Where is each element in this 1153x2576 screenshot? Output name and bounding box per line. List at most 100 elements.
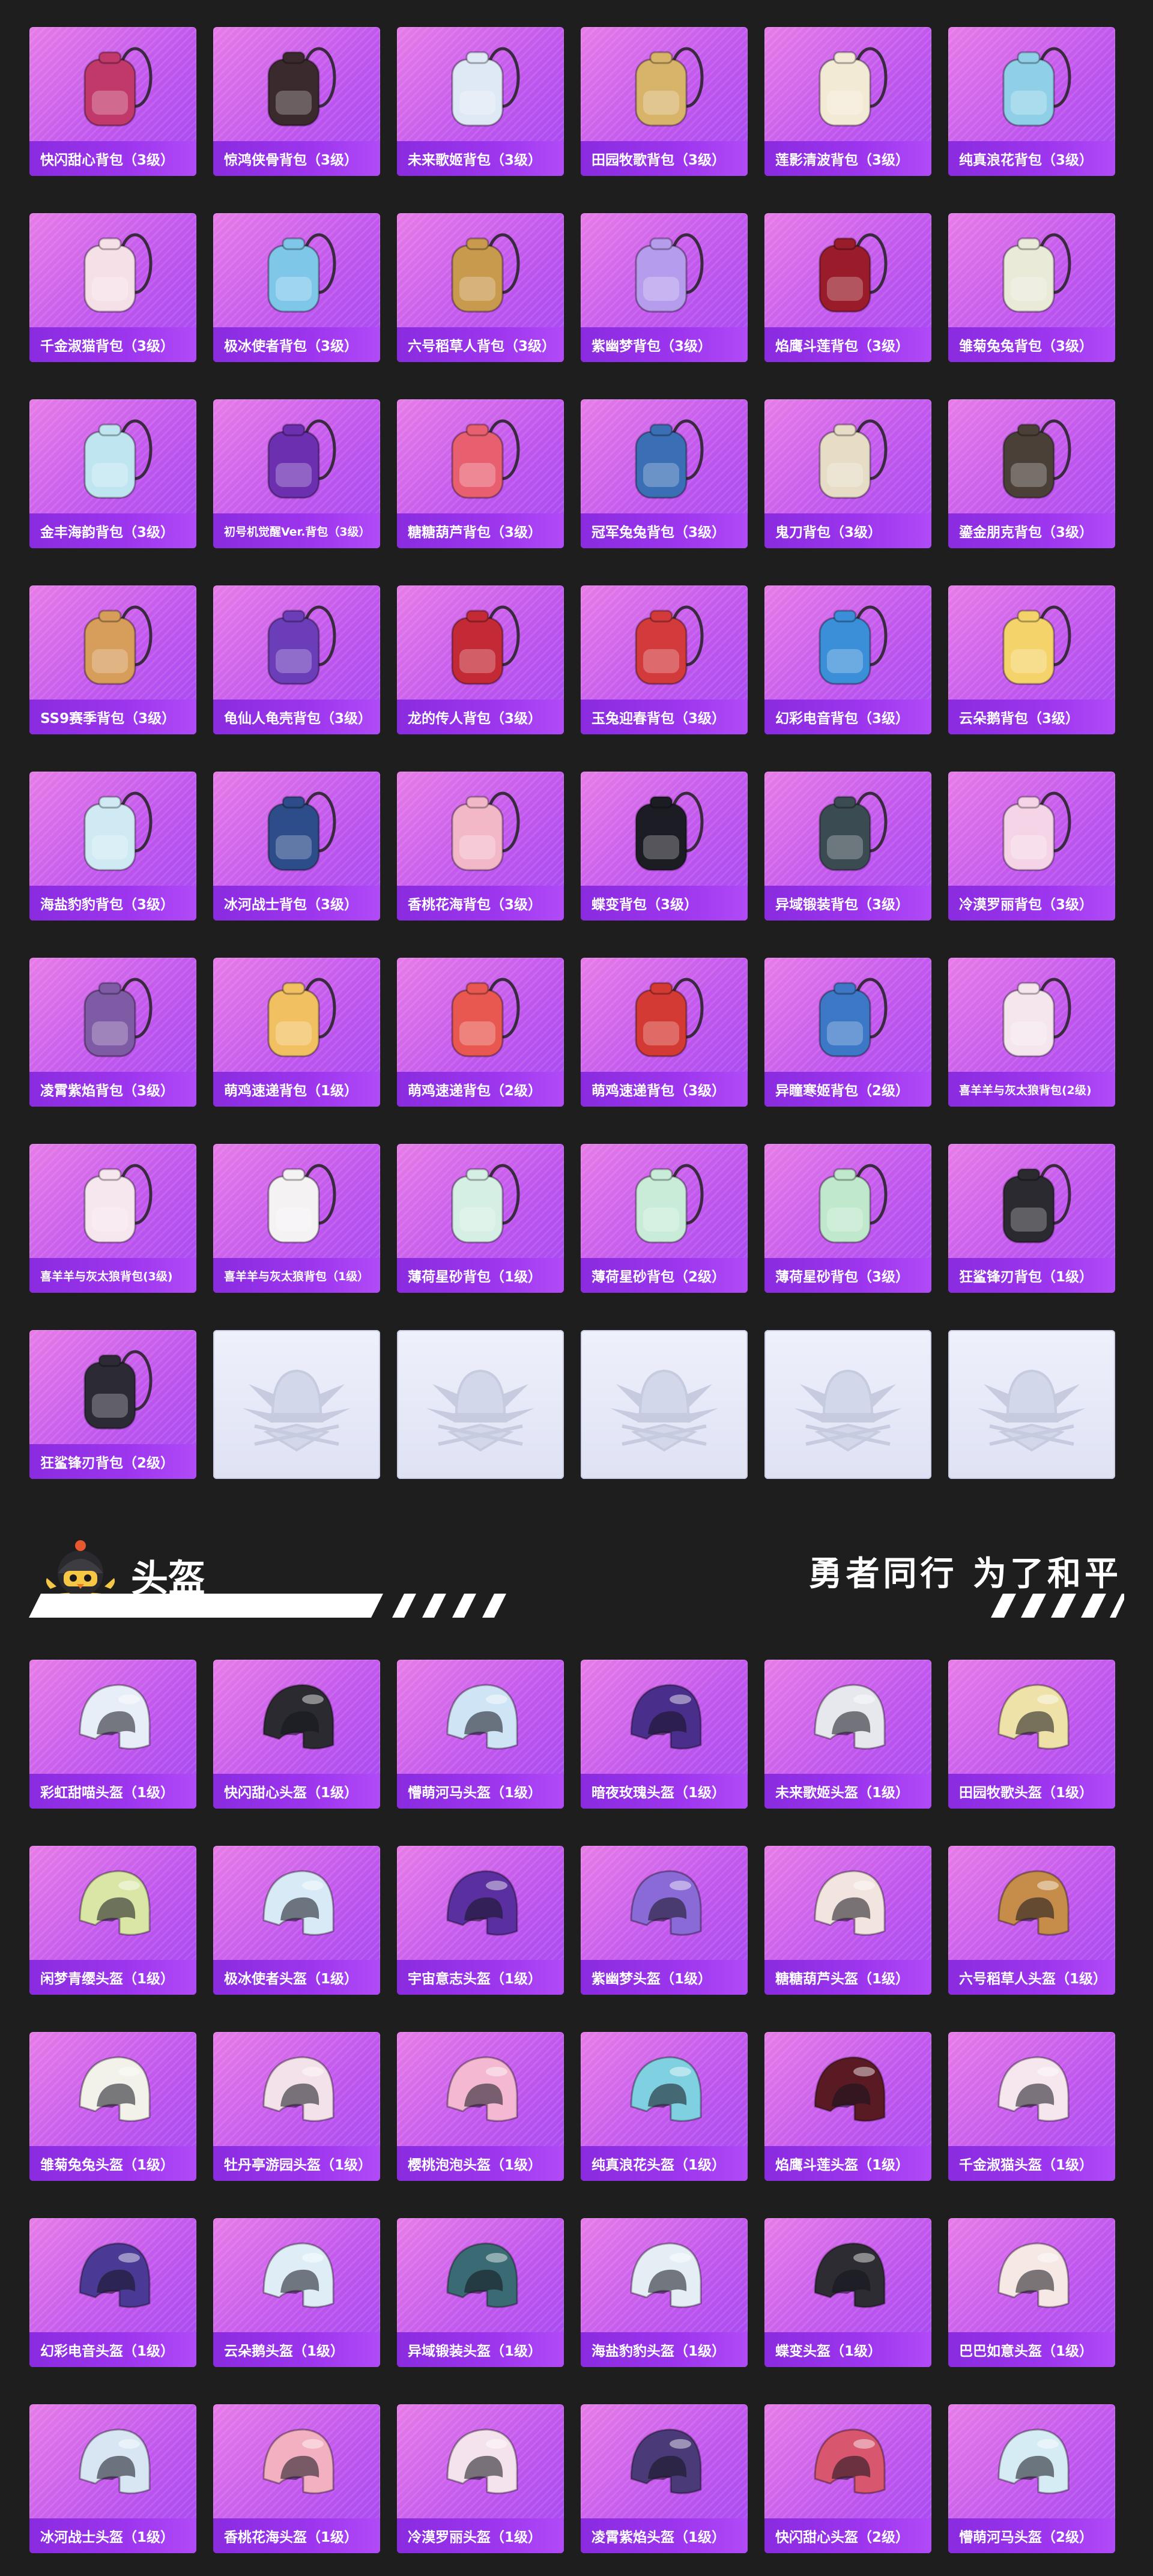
helmet-card-label: 云朵鹅头盔（1级） — [213, 2332, 380, 2367]
helmet-card-label: 紫幽梦头盔（1级） — [581, 1960, 748, 1995]
backpack-card[interactable]: 海盐豹豹背包（3级） — [29, 772, 196, 921]
helmet-card[interactable]: 快闪甜心头盔（2级） — [764, 2404, 931, 2553]
helmet-card[interactable]: 香桃花海头盔（1级） — [213, 2404, 380, 2553]
helmet-card[interactable]: 纯真浪花头盔（1级） — [581, 2032, 748, 2181]
helmet-card[interactable]: 异域锻装头盔（1级） — [397, 2218, 564, 2367]
helmet-icon — [814, 2242, 886, 2308]
backpack-card-label: 喜羊羊与灰太狼背包（1级） — [213, 1258, 380, 1293]
helmet-icon — [814, 1870, 886, 1936]
backpack-card[interactable]: 香桃花海背包（3级） — [397, 772, 564, 921]
backpack-card[interactable]: 极冰使者背包（3级） — [213, 213, 380, 362]
backpack-card-label: 鎏金朋克背包（3级） — [948, 513, 1115, 548]
backpack-card[interactable]: 狂鲨锋刃背包（1级） — [948, 1144, 1115, 1293]
helmet-card[interactable]: 未来歌姬头盔（1级） — [764, 1660, 931, 1809]
helmet-icon — [814, 1684, 886, 1750]
helmet-card[interactable]: 云朵鹅头盔（1级） — [213, 2218, 380, 2367]
backpack-card[interactable]: 喜羊羊与灰太狼背包（1级） — [213, 1144, 380, 1293]
backpack-card[interactable]: 未来歌姬背包（3级） — [397, 27, 564, 176]
helmet-card[interactable]: 闲梦青缨头盔（1级） — [29, 1846, 196, 1995]
backpack-card[interactable]: 龟仙人龟壳背包（3级） — [213, 585, 380, 734]
backpack-card[interactable]: 异域锻装背包（3级） — [764, 772, 931, 921]
backpack-card[interactable]: 狂鲨锋刃背包（2级） — [29, 1330, 196, 1479]
backpack-card-label: 薄荷星砂背包（3级） — [764, 1258, 931, 1293]
helmet-card-label: 极冰使者头盔（1级） — [213, 1960, 380, 1995]
backpack-card[interactable]: 金丰海韵背包（3级） — [29, 399, 196, 548]
backpack-card[interactable]: 田园牧歌背包（3级） — [581, 27, 748, 176]
backpack-card[interactable]: 糖糖葫芦背包（3级） — [397, 399, 564, 548]
backpack-card[interactable]: 雏菊兔兔背包（3级） — [948, 213, 1115, 362]
helmet-card[interactable]: 凌霄紫焰头盔（1级） — [581, 2404, 748, 2553]
empty-slot-card — [764, 1330, 931, 1479]
backpack-card-label: 冠军兔兔背包（3级） — [581, 513, 748, 548]
backpack-card[interactable]: 薄荷星砂背包（2级） — [581, 1144, 748, 1293]
helmet-card[interactable]: 樱桃泡泡头盔（1级） — [397, 2032, 564, 2181]
backpack-card[interactable]: 鬼刀背包（3级） — [764, 399, 931, 548]
backpack-card[interactable]: 龙的传人背包（3级） — [397, 585, 564, 734]
helmet-card-label: 快闪甜心头盔（2级） — [764, 2518, 931, 2553]
emblem-placeholder-icon — [426, 1369, 534, 1452]
backpack-card[interactable]: 异瞳寒姬背包（2级） — [764, 958, 931, 1107]
helmet-card[interactable]: 幻彩电音头盔（1级） — [29, 2218, 196, 2367]
backpack-card-label: 异瞳寒姬背包（2级） — [764, 1072, 931, 1107]
backpack-card[interactable]: 莲影清波背包（3级） — [764, 27, 931, 176]
backpack-card[interactable]: 惊鸿侠骨背包（3级） — [213, 27, 380, 176]
backpack-card[interactable]: 快闪甜心背包（3级） — [29, 27, 196, 176]
helmet-card[interactable]: 冷漠罗丽头盔（1级） — [397, 2404, 564, 2553]
backpack-card[interactable]: 冠军兔兔背包（3级） — [581, 399, 748, 548]
helmet-card-label: 冰河战士头盔（1级） — [29, 2518, 196, 2553]
backpack-card[interactable]: 薄荷星砂背包（1级） — [397, 1144, 564, 1293]
backpack-card-label: 龙的传人背包（3级） — [397, 700, 564, 734]
backpack-card[interactable]: 萌鸡速递背包（3级） — [581, 958, 748, 1107]
backpack-card[interactable]: 鎏金朋克背包（3级） — [948, 399, 1115, 548]
backpack-basket-icon — [635, 47, 704, 127]
helmet-icon — [997, 2428, 1070, 2494]
helmet-card[interactable]: 雏菊兔兔头盔（1级） — [29, 2032, 196, 2181]
backpack-card-label: 萌鸡速递背包（1级） — [213, 1072, 380, 1107]
helmet-card[interactable]: 暗夜玫瑰头盔（1级） — [581, 1660, 748, 1809]
backpack-card[interactable]: 萌鸡速递背包（1级） — [213, 958, 380, 1107]
helmet-card[interactable]: 宇宙意志头盔（1级） — [397, 1846, 564, 1995]
helmet-card[interactable]: 海盐豹豹头盔（1级） — [581, 2218, 748, 2367]
backpack-card-label: 萌鸡速递背包（3级） — [581, 1072, 748, 1107]
backpack-card[interactable]: 千金淑猫背包（3级） — [29, 213, 196, 362]
backpack-card[interactable]: 冰河战士背包（3级） — [213, 772, 380, 921]
helmet-card-label: 懵萌河马头盔（2级） — [948, 2518, 1115, 2553]
backpack-card[interactable]: 薄荷星砂背包（3级） — [764, 1144, 931, 1293]
backpack-cup-icon — [1002, 47, 1071, 127]
backpack-card[interactable]: 初号机觉醒Ver.背包（3级） — [213, 399, 380, 548]
backpack-card[interactable]: 冷漠罗丽背包（3级） — [948, 772, 1115, 921]
backpack-card[interactable]: 喜羊羊与灰太狼背包(3级) — [29, 1144, 196, 1293]
helmet-card[interactable]: 紫幽梦头盔（1级） — [581, 1846, 748, 1995]
backpack-card-label: 蝶变背包（3级） — [581, 886, 748, 921]
backpack-card[interactable]: SS9赛季背包（3级） — [29, 585, 196, 734]
helmet-card[interactable]: 彩虹甜喵头盔（1级） — [29, 1660, 196, 1809]
helmet-card[interactable]: 千金淑猫头盔（1级） — [948, 2032, 1115, 2181]
helmet-card[interactable]: 冰河战士头盔（1级） — [29, 2404, 196, 2553]
backpack-champion-icon — [635, 419, 704, 499]
backpack-card[interactable]: 纯真浪花背包（3级） — [948, 27, 1115, 176]
backpack-card[interactable]: 蝶变背包（3级） — [581, 772, 748, 921]
backpack-card[interactable]: 幻彩电音背包（3级） — [764, 585, 931, 734]
helmet-card[interactable]: 快闪甜心头盔（1级） — [213, 1660, 380, 1809]
helmet-card[interactable]: 田园牧歌头盔（1级） — [948, 1660, 1115, 1809]
backpack-card[interactable]: 喜羊羊与灰太狼背包(2级) — [948, 958, 1115, 1107]
backpack-card[interactable]: 云朵鹅背包（3级） — [948, 585, 1115, 734]
header-stripe-left — [29, 1594, 506, 1618]
backpack-card[interactable]: 六号稻草人背包（3级） — [397, 213, 564, 362]
helmet-card-label: 纯真浪花头盔（1级） — [581, 2146, 748, 2181]
backpack-card[interactable]: 萌鸡速递背包（2级） — [397, 958, 564, 1107]
backpack-card[interactable]: 玉兔迎春背包（3级） — [581, 585, 748, 734]
helmet-card[interactable]: 极冰使者头盔（1级） — [213, 1846, 380, 1995]
helmet-card[interactable]: 懵萌河马头盔（2级） — [948, 2404, 1115, 2553]
helmet-card[interactable]: 牡丹亭游园头盔（1级） — [213, 2032, 380, 2181]
helmet-card[interactable]: 巴巴如意头盔（1级） — [948, 2218, 1115, 2367]
helmet-card[interactable]: 六号稻草人头盔（1级） — [948, 1846, 1115, 1995]
backpack-card[interactable]: 凌霄紫焰背包（3级） — [29, 958, 196, 1107]
helmet-card[interactable]: 焰鹰斗莲头盔（1级） — [764, 2032, 931, 2181]
backpack-card[interactable]: 焰鹰斗莲背包（3级） — [764, 213, 931, 362]
helmet-card[interactable]: 懵萌河马头盔（1级） — [397, 1660, 564, 1809]
backpack-card-label: 紫幽梦背包（3级） — [581, 327, 748, 362]
helmet-card[interactable]: 蝶变头盔（1级） — [764, 2218, 931, 2367]
helmet-card[interactable]: 糖糖葫芦头盔（1级） — [764, 1846, 931, 1995]
backpack-card[interactable]: 紫幽梦背包（3级） — [581, 213, 748, 362]
